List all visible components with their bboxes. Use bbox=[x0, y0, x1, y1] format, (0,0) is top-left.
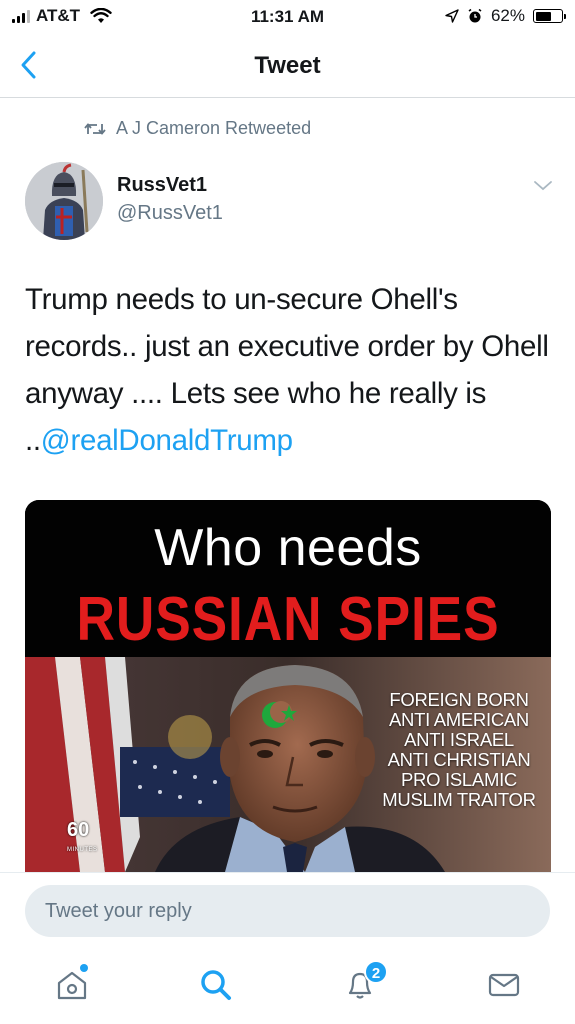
chevron-down-icon[interactable] bbox=[532, 178, 554, 194]
tab-messages[interactable] bbox=[484, 964, 524, 1004]
caption-line: PRO ISLAMIC bbox=[401, 769, 517, 790]
envelope-icon bbox=[488, 973, 520, 997]
alarm-icon bbox=[468, 8, 482, 23]
media-headline-2: RUSSIAN SPIES bbox=[76, 585, 500, 654]
battery-level bbox=[535, 11, 551, 21]
reply-input[interactable]: Tweet your reply bbox=[25, 885, 550, 937]
sixty-minutes-logo: 60 MINUTES bbox=[67, 820, 98, 860]
tab-notifications[interactable]: 2 bbox=[340, 960, 388, 1004]
status-bar: AT&T 11:31 AM 62% bbox=[0, 0, 575, 36]
reply-bar: Tweet your reply bbox=[0, 872, 575, 950]
new-content-dot bbox=[80, 964, 88, 972]
tab-home[interactable] bbox=[52, 964, 92, 1004]
retweet-icon bbox=[84, 122, 106, 135]
caption-line: ANTI AMERICAN bbox=[388, 709, 529, 730]
mention-link[interactable]: @realDonaldTrump bbox=[41, 424, 293, 457]
tab-bar: 2 bbox=[0, 950, 575, 1024]
caption-line: ANTI CHRISTIAN bbox=[387, 749, 531, 770]
navigation-bar: Tweet bbox=[0, 36, 575, 98]
notification-badge: 2 bbox=[364, 960, 388, 984]
avatar[interactable] bbox=[25, 162, 103, 240]
caption-line: ANTI ISRAEL bbox=[404, 729, 514, 750]
caption-line: MUSLIM TRAITOR bbox=[382, 789, 536, 810]
media-headline-1: Who needs bbox=[154, 519, 422, 577]
avatar-image bbox=[25, 162, 103, 240]
caption-line: FOREIGN BORN bbox=[389, 689, 529, 710]
status-bar-right: 62% bbox=[445, 6, 566, 26]
author-name[interactable]: RussVet1 bbox=[117, 174, 207, 197]
retweeted-by-label: A J Cameron Retweeted bbox=[116, 118, 312, 138]
author-handle[interactable]: @RussVet1 bbox=[117, 202, 223, 225]
logo-number: 60 bbox=[67, 819, 90, 841]
logo-sub: MINUTES bbox=[67, 847, 98, 853]
tweet-text: Trump needs to un-secure Ohell's records… bbox=[25, 276, 555, 464]
search-icon bbox=[201, 970, 231, 1000]
media-headline-area: Who needs RUSSIAN SPIES bbox=[25, 500, 551, 657]
page-title: Tweet bbox=[254, 52, 321, 79]
location-arrow-icon bbox=[445, 9, 459, 23]
tweet-media[interactable]: Who needs RUSSIAN SPIES FOREIGN BORN ANT… bbox=[25, 500, 551, 872]
battery-percent: 62% bbox=[490, 6, 525, 25]
media-caption: FOREIGN BORN ANTI AMERICAN ANTI ISRAEL A… bbox=[369, 690, 549, 810]
battery-icon bbox=[533, 9, 566, 23]
retweeted-by[interactable]: A J Cameron Retweeted bbox=[84, 118, 311, 139]
tab-search[interactable] bbox=[196, 964, 236, 1004]
